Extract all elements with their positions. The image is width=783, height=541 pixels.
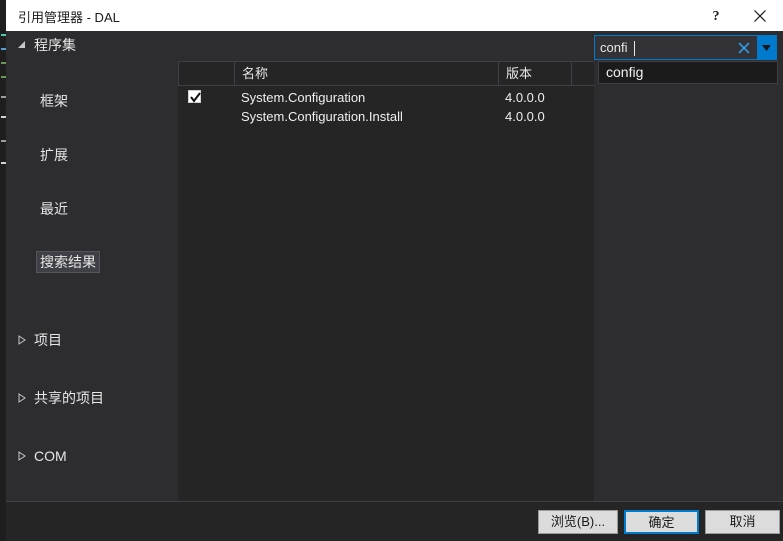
tree-item-search-results[interactable]: 搜索结果 (6, 248, 172, 276)
column-header-version[interactable]: 版本 (498, 62, 571, 85)
row-checkbox-cell[interactable] (178, 88, 234, 107)
reference-list-panel: 名称 版本 System.Configuration 4.0.0.0 Syste… (178, 61, 594, 502)
search-input[interactable]: confi (600, 39, 730, 57)
list-header: 名称 版本 (178, 62, 594, 86)
expander-collapsed-icon[interactable] (17, 384, 29, 412)
dialog-footer: 浏览(B)... 确定 取消 (6, 501, 783, 541)
tree-item-projects[interactable]: 项目 (6, 326, 172, 354)
tree-item-label: COM (34, 448, 67, 464)
expander-expanded-icon[interactable] (17, 31, 29, 59)
column-header-spacer[interactable] (571, 62, 594, 85)
clear-icon[interactable] (734, 36, 754, 59)
tree-item-framework[interactable]: 框架 (6, 87, 172, 115)
tree-item-label: 程序集 (34, 37, 76, 53)
chevron-down-icon[interactable] (757, 36, 776, 59)
column-header-check[interactable] (178, 62, 234, 85)
text-caret (634, 41, 635, 56)
expander-collapsed-icon[interactable] (17, 326, 29, 354)
list-item[interactable]: config (599, 62, 777, 83)
tree-item-shared-projects[interactable]: 共享的项目 (6, 384, 172, 412)
browse-button[interactable]: 浏览(B)... (538, 510, 618, 534)
window-title: 引用管理器 - DAL (18, 10, 120, 25)
row-checkbox-cell[interactable] (178, 107, 234, 126)
reference-manager-dialog: 引用管理器 - DAL ? 程序集 框架 扩展 最近 搜索结果 项目 共享的项目… (6, 0, 783, 541)
table-row[interactable]: System.Configuration.Install 4.0.0.0 (178, 107, 594, 126)
tree-item-label: 扩展 (40, 147, 68, 163)
tree-item-assemblies[interactable]: 程序集 (6, 31, 172, 59)
help-button[interactable]: ? (695, 0, 737, 31)
tree-item-extensions[interactable]: 扩展 (6, 141, 172, 169)
tree-item-com[interactable]: COM (6, 442, 172, 470)
tree-item-label: 搜索结果 (36, 251, 100, 273)
column-header-name[interactable]: 名称 (234, 62, 498, 85)
question-mark-icon: ? (713, 9, 720, 23)
checkbox-checked[interactable] (188, 90, 201, 103)
cancel-button[interactable]: 取消 (705, 510, 780, 534)
dialog-body: 程序集 框架 扩展 最近 搜索结果 项目 共享的项目 COM 名称 版本 Sys… (6, 31, 783, 522)
category-tree: 程序集 框架 扩展 最近 搜索结果 项目 共享的项目 COM (6, 31, 172, 522)
tree-item-label: 共享的项目 (34, 390, 104, 406)
check-icon (190, 92, 201, 103)
expander-collapsed-icon[interactable] (17, 442, 29, 470)
tree-item-label: 框架 (40, 93, 68, 109)
tree-item-recent[interactable]: 最近 (6, 195, 172, 223)
svg-text:?: ? (713, 9, 720, 23)
table-row[interactable]: System.Configuration 4.0.0.0 (178, 88, 594, 107)
row-name: System.Configuration (241, 90, 366, 105)
row-version: 4.0.0.0 (505, 109, 545, 124)
title-bar: 引用管理器 - DAL ? (6, 0, 783, 31)
close-icon (754, 9, 766, 22)
close-button[interactable] (739, 0, 781, 31)
tree-item-label: 项目 (34, 332, 62, 348)
search-box[interactable]: confi (594, 35, 777, 60)
search-area: confi config (594, 35, 778, 84)
row-version: 4.0.0.0 (505, 90, 545, 105)
tree-item-label: 最近 (40, 201, 68, 217)
row-name: System.Configuration.Install (241, 109, 403, 124)
search-suggestions: config (598, 61, 778, 84)
ok-button[interactable]: 确定 (624, 510, 699, 534)
